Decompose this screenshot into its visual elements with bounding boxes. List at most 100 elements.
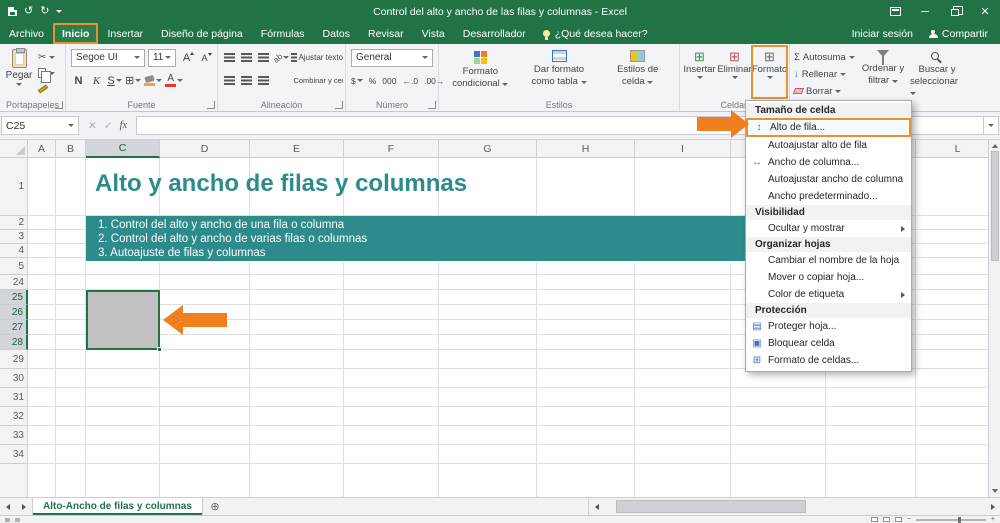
cell-f32[interactable] [344,407,439,426]
cell-c24[interactable] [86,275,160,290]
cell-l31[interactable] [916,388,988,407]
format-as-table-button[interactable]: Dar formato como tabla [520,46,599,98]
page-break-view-icon[interactable] [894,517,902,522]
cell-styles-button[interactable]: Estilos de celda [598,46,677,98]
cell-e28[interactable] [250,335,344,350]
customize-qat-icon[interactable] [56,10,63,13]
cell-f24[interactable] [344,275,439,290]
row-header-32[interactable]: 32 [0,407,28,426]
paste-button[interactable]: Pegar [2,46,36,98]
orientation-button[interactable]: ab [271,49,290,67]
copy-button[interactable] [38,67,55,83]
cell-a32[interactable] [28,407,56,426]
cell-a24[interactable] [28,275,56,290]
autosum-button[interactable]: Σ Autosuma [794,50,855,64]
cell-l[interactable] [916,464,988,497]
cell-a26[interactable] [28,305,56,320]
cell-h1[interactable] [537,158,635,216]
cut-button[interactable]: ✂ [38,51,56,63]
cell-i[interactable] [635,464,731,497]
cell-d25[interactable] [160,290,250,305]
number-dialog-launcher[interactable] [428,101,436,109]
tell-me-box[interactable]: ¿Qué desea hacer? [542,23,648,44]
fill-handle[interactable] [157,347,162,352]
sheet-nav-right[interactable] [16,498,32,515]
tab-archivo[interactable]: Archivo [0,23,53,44]
cell-c30[interactable] [86,369,160,388]
status-icon[interactable] [15,517,20,522]
cell-l1[interactable] [916,158,988,216]
cell-h31[interactable] [537,388,635,407]
cell-j[interactable] [731,464,826,497]
cell-d34[interactable] [160,445,250,464]
align-right-button[interactable] [256,72,271,90]
row-header-4[interactable]: 4 [0,244,28,258]
menu-item-autoajustar-alto-de-fila[interactable]: Autoajustar alto de fila [746,137,911,154]
borders-button[interactable]: ⊞ [125,72,142,90]
cell-d30[interactable] [160,369,250,388]
clipboard-dialog-launcher[interactable] [55,101,63,109]
font-size-select[interactable]: 11 [147,48,176,67]
cell-l29[interactable] [916,350,988,369]
scroll-right-icon[interactable] [985,503,1000,510]
cell-h32[interactable] [537,407,635,426]
menu-item-ancho-de-columna[interactable]: ↔ Ancho de columna... [746,154,911,171]
cell-h27[interactable] [537,320,635,335]
cell-d29[interactable] [160,350,250,369]
cell-f26[interactable] [344,305,439,320]
cell-d28[interactable] [160,335,250,350]
page-layout-view-icon[interactable] [882,517,890,522]
row-header-2[interactable]: 2 [0,216,28,230]
cell-l34[interactable] [916,445,988,464]
cell-l3[interactable] [916,230,988,244]
tab-diseno-de-pagina[interactable]: Diseño de página [152,23,252,44]
menu-item-mover-o-copiar-hoja[interactable]: Mover o copiar hoja... [746,269,911,286]
cell-g28[interactable] [439,335,537,350]
fill-button[interactable]: ↓ Rellenar [794,67,854,81]
row-header-34[interactable]: 34 [0,445,28,464]
cell-a30[interactable] [28,369,56,388]
cell-a4[interactable] [28,244,56,258]
cell-b33[interactable] [56,426,86,445]
cell-k34[interactable] [826,445,916,464]
cell-g[interactable] [439,464,537,497]
cell-a1[interactable] [28,158,56,216]
cell-h24[interactable] [537,275,635,290]
cell-a28[interactable] [28,335,56,350]
insert-function-button[interactable]: fx [120,120,128,131]
row-header-25[interactable]: 25 [0,290,28,305]
row-header-24[interactable]: 24 [0,275,28,290]
cell-e30[interactable] [250,369,344,388]
cell-b26[interactable] [56,305,86,320]
cell-a34[interactable] [28,445,56,464]
underline-button[interactable]: S [107,72,122,90]
font-name-select[interactable]: Segoe UI [71,48,145,67]
cell-b28[interactable] [56,335,86,350]
column-header-i[interactable]: I [635,140,731,158]
cell-i33[interactable] [635,426,731,445]
scroll-up-icon[interactable] [991,144,998,148]
currency-format-button[interactable]: $ [351,76,363,86]
cell-i28[interactable] [635,335,731,350]
cell-f27[interactable] [344,320,439,335]
cell-g34[interactable] [439,445,537,464]
row-header-27[interactable]: 27 [0,320,28,335]
cell-k32[interactable] [826,407,916,426]
cell-i1[interactable] [635,158,731,216]
cell-b24[interactable] [56,275,86,290]
menu-item-ancho-predeterminado[interactable]: Ancho predeterminado... [746,188,911,205]
zoom-in-icon[interactable]: + [991,516,995,523]
number-format-select[interactable]: General [351,48,433,67]
new-sheet-button[interactable]: ⊕ [203,498,227,515]
cell-b[interactable] [56,464,86,497]
cell-g25[interactable] [439,290,537,305]
cell-b3[interactable] [56,230,86,244]
align-top-button[interactable] [222,49,237,67]
cell-l27[interactable] [916,320,988,335]
cell-j31[interactable] [731,388,826,407]
cell-e29[interactable] [250,350,344,369]
increase-font-button[interactable]: A [179,49,194,67]
row-header[interactable] [0,464,28,497]
cell-g27[interactable] [439,320,537,335]
percent-format-button[interactable]: % [369,76,377,86]
